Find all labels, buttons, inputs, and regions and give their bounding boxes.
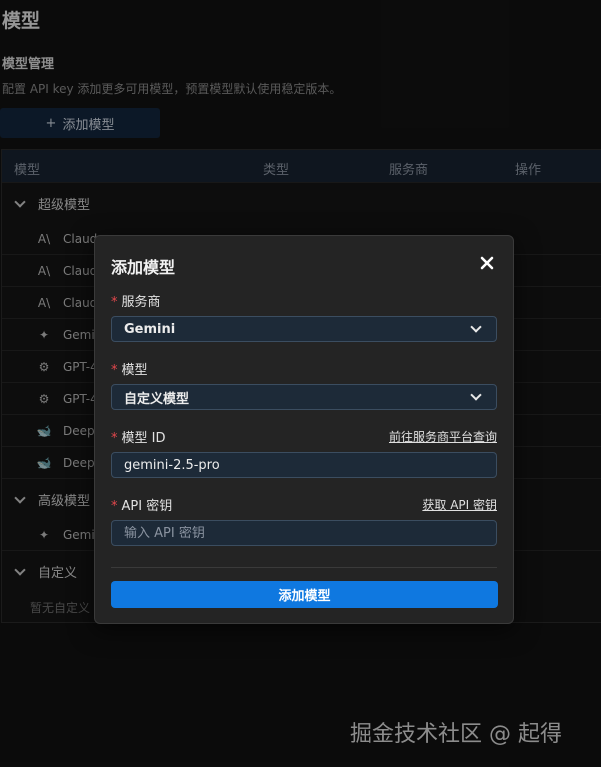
required-mark: * [111,499,118,514]
add-model-dialog: 添加模型 * 服务商 Gemini * 模型 自定义模型 * 模型 ID 前往服务商平… [94,235,514,624]
api-key-input[interactable] [111,520,497,546]
model-id-input[interactable] [111,452,497,478]
model-id-label: * 模型 ID [111,431,166,446]
provider-label: * 服务商 [111,295,161,310]
close-icon [480,256,494,270]
model-id-field[interactable] [124,457,484,473]
chevron-down-icon [470,389,482,401]
dialog-title: 添加模型 [111,258,176,277]
provider-platform-link[interactable]: 前往服务商平台查询 [389,428,497,445]
submit-add-model-button[interactable]: 添加模型 [111,581,498,608]
model-label: * 模型 [111,363,148,378]
get-api-key-link[interactable]: 获取 API 密钥 [422,496,497,513]
close-button[interactable] [477,253,497,273]
required-mark: * [111,431,118,446]
divider [111,567,497,568]
api-key-field[interactable] [124,525,484,541]
api-key-label: * API 密钥 [111,499,173,514]
model-value: 自定义模型 [124,391,190,407]
required-mark: * [111,363,118,378]
provider-select[interactable]: Gemini [111,316,497,342]
required-mark: * [111,295,118,310]
chevron-down-icon [470,321,482,333]
provider-value: Gemini [124,321,176,337]
model-select[interactable]: 自定义模型 [111,384,497,410]
